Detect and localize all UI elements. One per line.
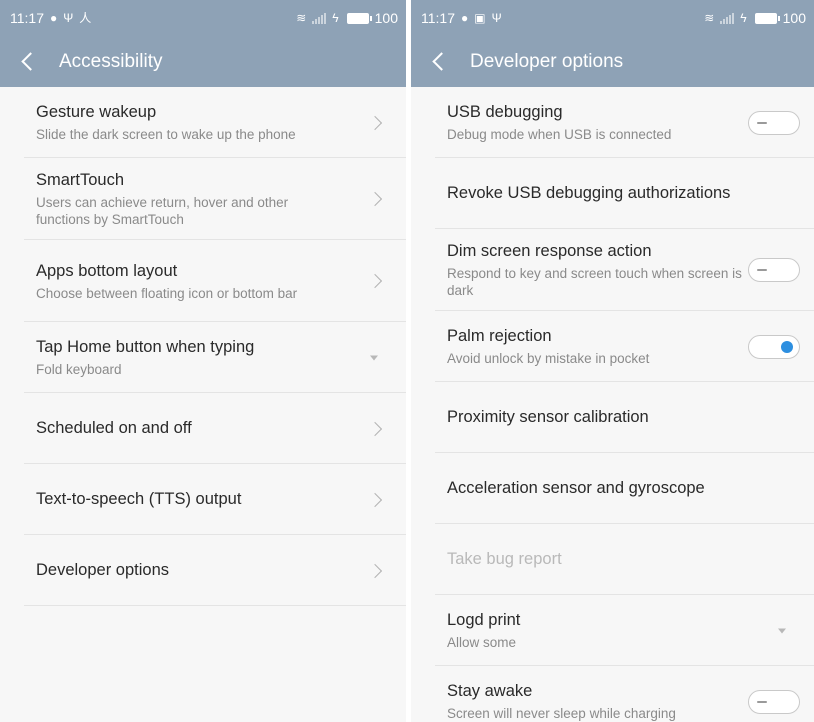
setting-title: SmartTouch — [36, 171, 125, 189]
setting-title: USB debugging — [447, 103, 563, 121]
setting-title: Tap Home button when typing — [36, 338, 255, 356]
setting-subtitle: Fold keyboard — [36, 362, 122, 377]
stay-awake-toggle[interactable] — [748, 689, 800, 714]
signal-icon — [312, 12, 327, 24]
setting-title: Revoke USB debugging authorizations — [447, 184, 731, 202]
title-bar: Developer options — [411, 36, 814, 87]
setting-logd-print[interactable]: Logd print Allow some — [411, 595, 814, 666]
image-icon: ▣ — [474, 11, 486, 25]
dropdown-caret-icon — [370, 355, 378, 360]
wifi-icon: ≋ — [704, 11, 715, 25]
accessibility-icon: 人 — [79, 11, 92, 25]
setting-gesture-wakeup[interactable]: Gesture wakeup Slide the dark screen to … — [0, 87, 406, 158]
setting-usb-debugging[interactable]: USB debugging Debug mode when USB is con… — [411, 87, 814, 158]
message-icon: ● — [461, 11, 469, 25]
chevron-right-icon — [367, 273, 383, 289]
page-title: Developer options — [470, 50, 624, 72]
setting-palm-rejection[interactable]: Palm rejection Avoid unlock by mistake i… — [411, 311, 814, 382]
wifi-icon: ≋ — [296, 11, 307, 25]
usb-debugging-toggle[interactable] — [748, 110, 800, 135]
setting-title: Scheduled on and off — [36, 419, 192, 437]
setting-title: Gesture wakeup — [36, 103, 157, 121]
developer-options-screen: 11:17 ● ▣ Ψ ≋ ϟ 100 Developer options US… — [411, 0, 814, 722]
setting-dim-screen-response[interactable]: Dim screen response action Respond to ke… — [411, 229, 814, 311]
setting-tap-home-button[interactable]: Tap Home button when typing Fold keyboar… — [0, 322, 406, 393]
setting-title: Take bug report — [447, 550, 562, 568]
status-time: 11:17 — [10, 10, 44, 26]
chevron-right-icon — [367, 115, 383, 130]
usb-icon: Ψ — [63, 11, 74, 25]
settings-list: USB debugging Debug mode when USB is con… — [411, 87, 814, 722]
title-bar: Accessibility — [0, 36, 406, 87]
setting-subtitle: Allow some — [447, 635, 517, 650]
chevron-right-icon — [367, 563, 383, 578]
setting-title: Proximity sensor calibration — [447, 408, 649, 426]
page-title: Accessibility — [59, 50, 163, 72]
charging-icon: ϟ — [332, 11, 339, 25]
back-arrow-icon[interactable] — [21, 52, 40, 71]
setting-apps-bottom-layout[interactable]: Apps bottom layout Choose between floati… — [0, 240, 406, 322]
setting-smarttouch[interactable]: SmartTouch Users can achieve return, hov… — [0, 158, 406, 240]
back-arrow-icon[interactable] — [432, 52, 451, 71]
setting-subtitle: Screen will never sleep while charging — [447, 706, 676, 721]
chevron-right-icon — [367, 492, 383, 507]
accessibility-screen: 11:17 ● Ψ 人 ≋ ϟ 100 Accessibility Gestur… — [0, 0, 406, 722]
setting-subtitle: Respond to key and screen touch when scr… — [447, 266, 742, 298]
setting-subtitle: Choose between floating icon or bottom b… — [36, 285, 298, 301]
status-bar: 11:17 ● ▣ Ψ ≋ ϟ 100 — [411, 0, 814, 36]
dropdown-caret-icon — [778, 628, 786, 633]
setting-subtitle: Avoid unlock by mistake in pocket — [447, 351, 650, 366]
setting-accel-gyroscope[interactable]: Acceleration sensor and gyroscope — [411, 453, 814, 524]
battery-level: 100 — [374, 10, 398, 26]
battery-icon — [754, 12, 780, 24]
status-time: 11:17 — [421, 10, 455, 26]
setting-tts-output[interactable]: Text-to-speech (TTS) output — [0, 464, 406, 535]
chevron-right-icon — [367, 421, 383, 436]
battery-level: 100 — [782, 10, 806, 26]
chevron-right-icon — [367, 191, 383, 207]
setting-take-bug-report: Take bug report — [411, 524, 814, 595]
setting-revoke-usb-auth[interactable]: Revoke USB debugging authorizations — [411, 158, 814, 229]
dim-screen-toggle[interactable] — [748, 258, 800, 282]
setting-developer-options[interactable]: Developer options — [0, 535, 406, 606]
setting-stay-awake[interactable]: Stay awake Screen will never sleep while… — [411, 666, 814, 722]
setting-subtitle: Users can achieve return, hover and othe… — [36, 195, 289, 227]
palm-rejection-toggle[interactable] — [748, 334, 800, 359]
setting-title: Dim screen response action — [447, 242, 652, 260]
setting-subtitle: Slide the dark screen to wake up the pho… — [36, 127, 296, 142]
setting-title: Palm rejection — [447, 327, 552, 345]
message-icon: ● — [50, 11, 58, 25]
setting-scheduled-on-off[interactable]: Scheduled on and off — [0, 393, 406, 464]
setting-title: Text-to-speech (TTS) output — [36, 490, 242, 508]
setting-title: Apps bottom layout — [36, 261, 178, 280]
setting-title: Acceleration sensor and gyroscope — [447, 479, 705, 497]
setting-proximity-calibration[interactable]: Proximity sensor calibration — [411, 382, 814, 453]
setting-title: Developer options — [36, 561, 169, 579]
signal-icon — [720, 12, 735, 24]
usb-icon: Ψ — [491, 11, 502, 25]
charging-icon: ϟ — [740, 11, 747, 25]
setting-title: Stay awake — [447, 682, 533, 700]
settings-list: Gesture wakeup Slide the dark screen to … — [0, 87, 406, 606]
setting-subtitle: Debug mode when USB is connected — [447, 127, 672, 142]
status-bar: 11:17 ● Ψ 人 ≋ ϟ 100 — [0, 0, 406, 36]
battery-icon — [346, 12, 372, 24]
setting-title: Logd print — [447, 611, 521, 629]
